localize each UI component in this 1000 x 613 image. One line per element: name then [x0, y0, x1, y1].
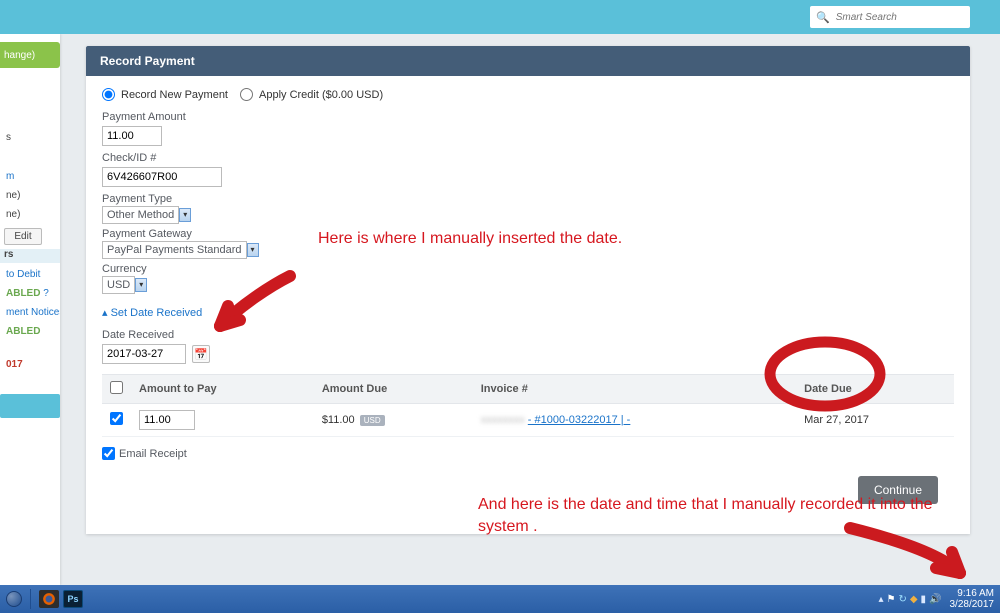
invoice-cell: xxxxxxxx - #1000-03222017 | -	[473, 404, 796, 437]
payment-amount-label: Payment Amount	[102, 111, 954, 123]
select-all-checkbox[interactable]	[110, 381, 123, 394]
invoice-link[interactable]: - #1000-03222017 | -	[528, 414, 631, 426]
sidebar-to-debit[interactable]: to Debit	[0, 265, 60, 284]
tray-speaker-icon[interactable]: 🔊	[929, 594, 941, 605]
sidebar-ne-1: ne)	[0, 186, 60, 205]
tray-battery-icon[interactable]: ▮	[921, 594, 927, 605]
set-date-received-link[interactable]: ▴ Set Date Received	[102, 306, 202, 319]
sidebar-abled-1: ABLED ?	[0, 284, 60, 303]
sidebar-abled-2: ABLED	[0, 322, 60, 341]
annotation-arrow-2	[840, 518, 980, 585]
row-checkbox[interactable]	[110, 412, 123, 425]
record-new-label: Record New Payment	[121, 89, 228, 101]
tray-sync-icon[interactable]: ↻	[898, 594, 906, 605]
check-id-label: Check/ID #	[102, 152, 954, 164]
panel-title: Record Payment	[86, 46, 970, 76]
payment-amount-input[interactable]	[102, 126, 162, 146]
annotation-arrow-1	[200, 266, 310, 346]
sidebar-rs-row: rs	[0, 249, 60, 263]
col-amount-to-pay: Amount to Pay	[131, 375, 314, 404]
start-button[interactable]	[6, 591, 22, 607]
sidebar-letter-s: s	[0, 128, 60, 147]
check-id-input[interactable]	[102, 167, 222, 187]
email-receipt-label: Email Receipt	[119, 448, 187, 460]
payment-gateway-label: Payment Gateway	[102, 228, 954, 240]
search-icon: 🔍	[816, 11, 830, 24]
calendar-icon[interactable]: 📅	[192, 345, 210, 363]
sidebar-edit-button[interactable]: Edit	[4, 228, 42, 245]
payment-gateway-select[interactable]: PayPal Payments Standard	[102, 241, 247, 259]
date-received-input[interactable]	[102, 344, 186, 364]
apply-credit-radio[interactable]	[240, 88, 253, 101]
chevron-down-icon[interactable]: ▾	[135, 278, 147, 292]
annotation-circle	[760, 334, 890, 414]
payment-type-select[interactable]: Other Method	[102, 206, 179, 224]
email-receipt-checkbox[interactable]	[102, 447, 115, 460]
sidebar-notices[interactable]: ment Notices	[0, 303, 60, 322]
top-bar: 🔍	[0, 0, 1000, 34]
chevron-down-icon[interactable]: ▾	[247, 243, 259, 257]
sidebar-ne-2: ne)	[0, 205, 60, 224]
sidebar-year: 017	[0, 355, 60, 374]
taskbar-firefox-icon[interactable]	[39, 590, 59, 608]
sidebar-letter-m[interactable]: m	[0, 167, 60, 186]
amount-to-pay-input[interactable]	[139, 410, 195, 430]
tray-shield-icon[interactable]: ◆	[910, 594, 918, 605]
smart-search[interactable]: 🔍	[810, 6, 970, 28]
payment-type-label: Payment Type	[102, 193, 954, 205]
sidebar-change-button[interactable]: hange)	[0, 42, 60, 68]
taskbar-photoshop-icon[interactable]: Ps	[63, 590, 83, 608]
search-input[interactable]	[836, 12, 964, 23]
continue-button[interactable]: Continue	[858, 476, 938, 504]
sidebar-blue-button[interactable]	[0, 394, 60, 418]
tray-flag-icon[interactable]: ⚑	[886, 594, 895, 605]
apply-credit-label: Apply Credit ($0.00 USD)	[259, 89, 383, 101]
windows-taskbar[interactable]: Ps ▴ ⚑ ↻ ◆ ▮ 🔊 9:16 AM 3/28/2017	[0, 585, 1000, 613]
col-amount-due: Amount Due	[314, 375, 473, 404]
tray-up-icon[interactable]: ▴	[878, 594, 883, 605]
payment-mode-row: Record New Payment Apply Credit ($0.00 U…	[102, 88, 954, 101]
col-invoice: Invoice #	[473, 375, 796, 404]
amount-due-cell: $11.00 USD	[314, 404, 473, 437]
record-new-radio[interactable]	[102, 88, 115, 101]
chevron-down-icon[interactable]: ▾	[179, 208, 191, 222]
taskbar-clock[interactable]: 9:16 AM 3/28/2017	[950, 588, 995, 610]
left-sidebar: hange) s m ne) ne) Edit rs to Debit ABLE…	[0, 34, 60, 585]
system-tray[interactable]: ▴ ⚑ ↻ ◆ ▮ 🔊	[878, 594, 941, 605]
